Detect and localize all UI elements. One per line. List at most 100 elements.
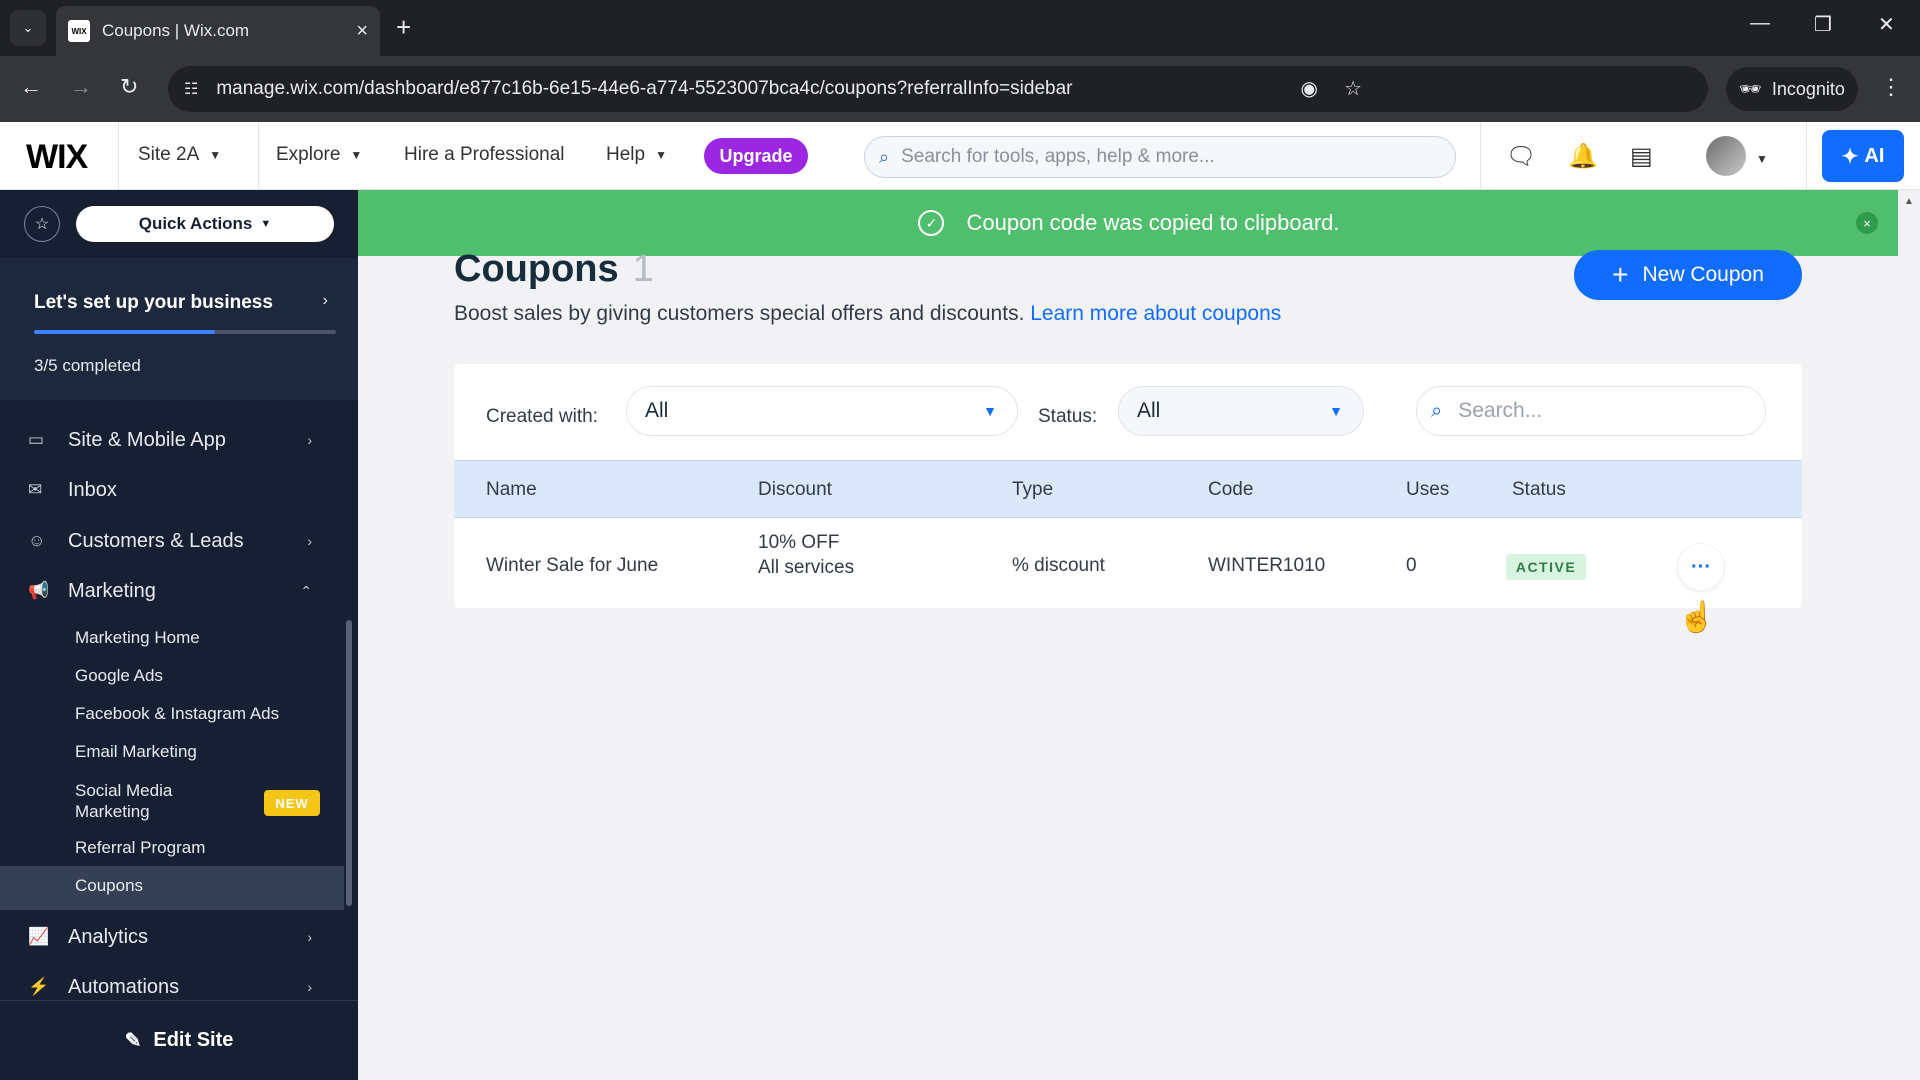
- chevron-down-icon[interactable]: ▼: [1756, 152, 1768, 166]
- pointer-cursor-icon: ☝: [1678, 601, 1716, 634]
- upgrade-button[interactable]: Upgrade: [704, 138, 808, 174]
- page-title-text: Coupons: [454, 248, 619, 290]
- sidebar-subitem-google-ads[interactable]: Google Ads: [75, 666, 163, 686]
- quick-actions-button[interactable]: Quick Actions ▼: [76, 206, 334, 242]
- chevron-right-icon: ›: [307, 533, 312, 549]
- sidebar-subitem-email-marketing[interactable]: Email Marketing: [75, 742, 197, 762]
- sidebar-subitem-coupons[interactable]: Coupons: [75, 876, 143, 896]
- status-badge: ACTIVE: [1506, 554, 1586, 580]
- sidebar-scrollbar[interactable]: [346, 620, 352, 906]
- learn-more-link[interactable]: Learn more about coupons: [1030, 302, 1281, 325]
- browser-tab-bar: ⌄ WIX Coupons | Wix.com × + — ❐ ✕: [0, 0, 1920, 56]
- sidebar-item-label: Inbox: [68, 478, 117, 501]
- sidebar-subitem-marketing-home[interactable]: Marketing Home: [75, 628, 200, 648]
- page-scrollbar[interactable]: ▲: [1898, 190, 1920, 1080]
- sidebar-subitem-referral-program[interactable]: Referral Program: [75, 838, 205, 858]
- news-icon[interactable]: ▤: [1630, 142, 1653, 171]
- chevron-down-icon: ▼: [1329, 403, 1343, 419]
- column-header-status[interactable]: Status: [1512, 479, 1566, 501]
- scroll-up-icon[interactable]: ▲: [1904, 196, 1914, 207]
- site-info-icon[interactable]: ☷: [184, 79, 198, 99]
- chevron-right-icon: ›: [307, 979, 312, 995]
- column-header-uses[interactable]: Uses: [1406, 479, 1449, 501]
- sidebar-subitem-active-highlight: [0, 866, 344, 910]
- divider: [258, 122, 259, 190]
- explore-label: Explore: [276, 144, 341, 165]
- site-selector[interactable]: Site 2A ▼: [138, 144, 221, 166]
- status-filter-value: All: [1137, 399, 1161, 422]
- coupon-search-placeholder: Search...: [1458, 399, 1543, 422]
- search-icon: ⌕: [879, 146, 890, 167]
- close-window-icon[interactable]: ✕: [1878, 12, 1895, 37]
- sidebar-subitem-facebook-instagram-ads[interactable]: Facebook & Instagram Ads: [75, 704, 279, 724]
- explore-menu[interactable]: Explore ▼: [276, 144, 362, 166]
- coupon-uses: 0: [1406, 555, 1417, 576]
- back-icon[interactable]: ←: [20, 74, 42, 100]
- setup-progress-panel[interactable]: Let's set up your business › 3/5 complet…: [0, 258, 358, 400]
- copied-toast: ✓ Coupon code was copied to clipboard. ×: [358, 190, 1900, 256]
- sidebar-item-label: Marketing: [68, 579, 156, 602]
- reload-icon[interactable]: ↻: [120, 74, 138, 100]
- sidebar-item-customers-leads[interactable]: ☺ Customers & Leads ›: [0, 516, 348, 566]
- column-header-type[interactable]: Type: [1012, 479, 1053, 501]
- setup-title: Let's set up your business: [34, 292, 273, 313]
- column-header-code[interactable]: Code: [1208, 479, 1253, 501]
- pencil-icon: ✎: [124, 1030, 142, 1052]
- forward-icon[interactable]: →: [70, 74, 92, 100]
- coupons-table-card: Created with: All ▼ Status: All ▼ ⌕ Sear…: [454, 364, 1802, 608]
- page-description-text: Boost sales by giving customers special …: [454, 302, 1025, 325]
- sidebar-item-label: Site & Mobile App: [68, 428, 226, 451]
- created-with-select[interactable]: All ▼: [626, 386, 1018, 436]
- minimize-icon[interactable]: —: [1750, 12, 1770, 35]
- status-select[interactable]: All ▼: [1118, 386, 1364, 436]
- url-bar[interactable]: ☷ manage.wix.com/dashboard/e877c16b-6e15…: [168, 66, 1708, 112]
- restore-icon[interactable]: ❐: [1814, 12, 1832, 37]
- star-icon[interactable]: ☆: [24, 206, 60, 242]
- chat-icon[interactable]: 🗨: [1506, 142, 1536, 171]
- new-coupon-label: New Coupon: [1642, 263, 1764, 286]
- url-text: manage.wix.com/dashboard/e877c16b-6e15-4…: [216, 78, 1073, 99]
- discount-scope: All services: [758, 557, 855, 578]
- coupon-search-input[interactable]: ⌕ Search...: [1416, 386, 1766, 436]
- chevron-down-icon: ▼: [983, 403, 997, 419]
- created-with-value: All: [645, 399, 669, 422]
- new-tab-icon[interactable]: +: [396, 12, 411, 43]
- close-tab-icon[interactable]: ×: [356, 20, 368, 43]
- edit-site-button[interactable]: ✎ Edit Site: [0, 1000, 358, 1080]
- more-actions-icon[interactable]: ···: [1678, 544, 1724, 590]
- chevron-down-icon: ▼: [350, 148, 363, 162]
- bell-icon[interactable]: 🔔: [1568, 142, 1598, 171]
- eye-off-icon[interactable]: ◉: [1301, 76, 1318, 101]
- browser-tab[interactable]: WIX Coupons | Wix.com ×: [56, 6, 380, 56]
- column-header-discount[interactable]: Discount: [758, 479, 832, 501]
- help-menu[interactable]: Help ▼: [606, 144, 667, 166]
- chevron-right-icon: ›: [307, 929, 312, 945]
- new-coupon-button[interactable]: + New Coupon: [1574, 250, 1802, 300]
- sidebar-subitem-social-media-marketing[interactable]: Social Media Marketing: [75, 780, 172, 822]
- close-icon[interactable]: ×: [1856, 212, 1878, 234]
- sidebar-item-label: Customers & Leads: [68, 529, 244, 552]
- discount-amount: 10% OFF: [758, 532, 840, 553]
- incognito-indicator[interactable]: 🕶 Incognito: [1726, 67, 1858, 111]
- column-header-name[interactable]: Name: [486, 479, 537, 501]
- coupon-code[interactable]: WINTER1010: [1208, 555, 1325, 577]
- global-search-input[interactable]: ⌕ Search for tools, apps, help & more...: [864, 136, 1456, 178]
- hire-professional-link[interactable]: Hire a Professional: [404, 144, 565, 166]
- new-badge: NEW: [264, 790, 320, 816]
- wix-logo[interactable]: WIX: [26, 138, 88, 177]
- sidebar-item-inbox[interactable]: ✉ Inbox: [0, 465, 348, 515]
- sidebar-item-marketing[interactable]: 📢 Marketing ⌃: [0, 566, 348, 616]
- site-name: Site 2A: [138, 144, 200, 165]
- browser-menu-icon[interactable]: ⋮: [1880, 74, 1902, 100]
- avatar[interactable]: [1706, 136, 1746, 176]
- divider: [118, 122, 119, 190]
- tab-search-icon[interactable]: ⌄: [10, 10, 46, 46]
- ai-button[interactable]: ✦ AI: [1822, 130, 1904, 182]
- chevron-right-icon: ›: [322, 292, 328, 309]
- marketing-icon: 📢: [28, 581, 50, 600]
- browser-address-bar: ← → ↻ ☷ manage.wix.com/dashboard/e877c16…: [0, 56, 1920, 122]
- bookmark-star-icon[interactable]: ☆: [1344, 76, 1362, 101]
- sidebar-item-site-mobile-app[interactable]: ▭ Site & Mobile App ›: [0, 415, 348, 465]
- customers-icon: ☺: [28, 531, 46, 550]
- sidebar-item-analytics[interactable]: 📈 Analytics ›: [0, 912, 348, 962]
